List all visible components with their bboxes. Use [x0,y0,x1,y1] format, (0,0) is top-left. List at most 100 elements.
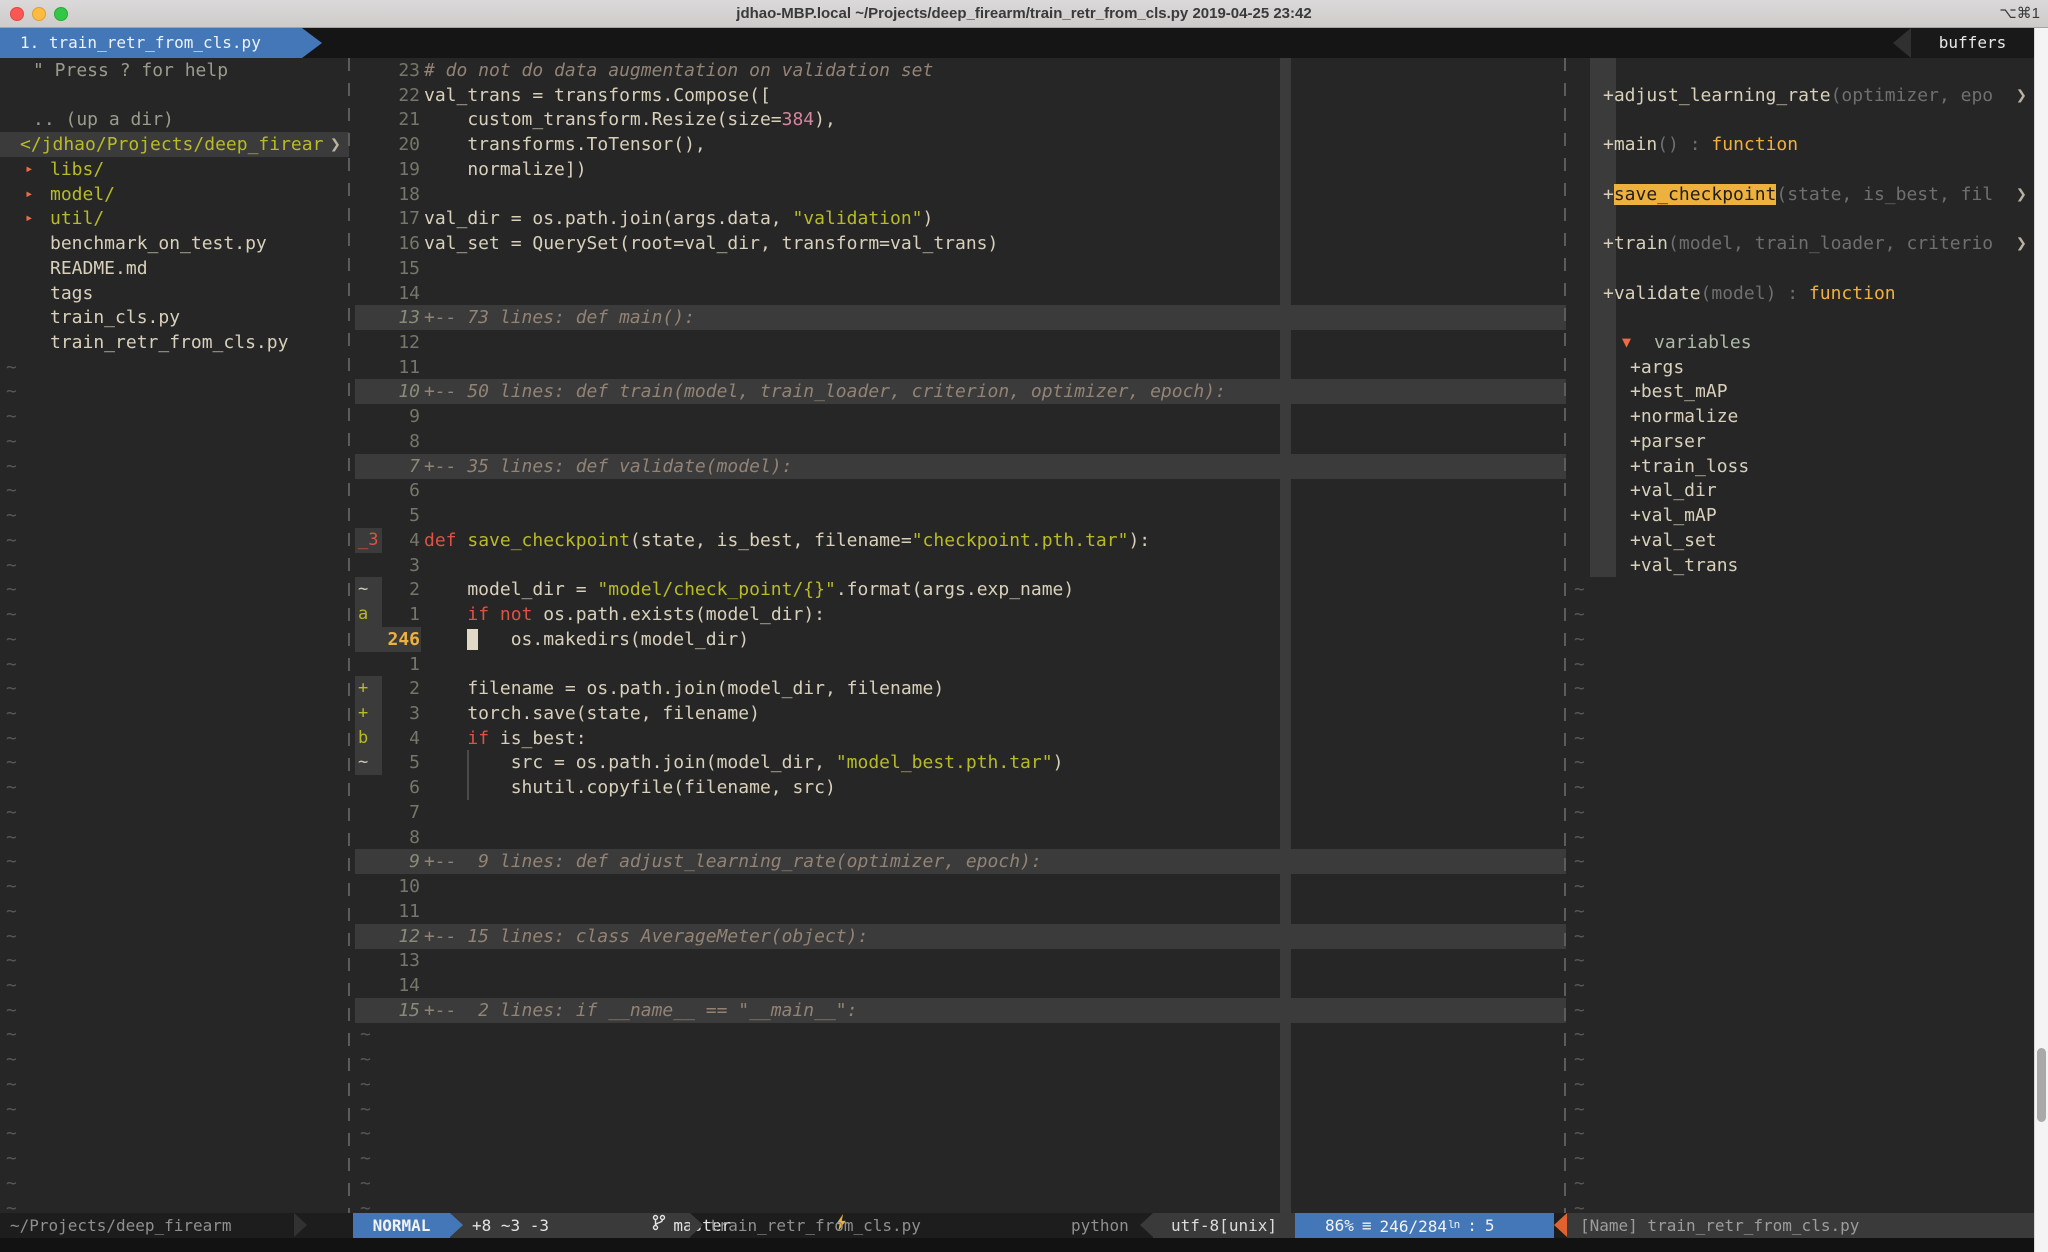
editor-line[interactable]: 14 [349,281,1566,306]
tree-item-help[interactable]: " Press ? for help [0,58,349,83]
tab-shortcut-hint: ⌥⌘1 [1999,0,2040,28]
buffers-label[interactable]: buffers [1911,28,2034,58]
tree-item-blank [0,83,349,108]
editor-line[interactable]: 6 [349,478,1566,503]
editor-line[interactable]: 21 custom_transform.Resize(size=384), [349,107,1566,132]
nerdtree-panel[interactable]: " Press ? for help .. (up a dir)</jdhao/P… [0,58,349,1213]
editor-panel[interactable]: 23# do not do data augmentation on valid… [349,58,1566,1213]
tagbar-item-var[interactable]: +args [1566,355,2034,380]
empty-line-tilde: ~ [0,454,349,479]
tagbar-item-var[interactable]: +best_mAP [1566,379,2034,404]
tag-entry[interactable]: +adjust_learning_rate(optimizer, epo [1603,83,1993,108]
scrollbar-thumb[interactable] [2037,1048,2046,1122]
folded-region[interactable]: 12+-- 15 lines: class AverageMeter(objec… [349,924,1566,949]
tagbar-item-tag[interactable]: +validate(model) : function [1566,281,2034,306]
editor-line[interactable]: 16val_set = QuerySet(root=val_dir, trans… [349,231,1566,256]
tagbar-item-tag[interactable]: +save_checkpoint(state, is_best, fil❯ [1566,182,2034,207]
editor-line[interactable]: 18 [349,182,1566,207]
tagbar-kind-header[interactable]: ▼variables [1566,330,2034,355]
editor-line[interactable]: 8 [349,825,1566,850]
editor-line[interactable]: 1 [349,652,1566,677]
folded-region[interactable]: 13+-- 73 lines: def main(): [349,305,1566,330]
editor-line[interactable]: 6 shutil.copyfile(filename, src) [349,775,1566,800]
editor-line[interactable]: _34def save_checkpoint(state, is_best, f… [349,528,1566,553]
editor-line[interactable]: 19 normalize]) [349,157,1566,182]
editor-line[interactable]: a1 if not os.path.exists(model_dir): [349,602,1566,627]
maxlinenr-icon: ln [1448,1218,1459,1231]
editor-line[interactable]: 3 [349,553,1566,578]
buffers-arrow-icon [1893,28,1911,58]
editor-line[interactable]: 8 [349,429,1566,454]
folded-region[interactable]: 10+-- 50 lines: def train(model, train_l… [349,379,1566,404]
editor-line[interactable]: 5 [349,503,1566,528]
editor-line[interactable]: 23# do not do data augmentation on valid… [349,58,1566,83]
editor-line[interactable]: 7 [349,800,1566,825]
folder-collapsed-icon[interactable]: ▸ [25,157,33,182]
empty-line-tilde: ~ [0,553,349,578]
tagbar-item-var[interactable]: +parser [1566,429,2034,454]
empty-line-tilde: ~ [0,503,349,528]
tagbar-item-var[interactable]: +val_dir [1566,478,2034,503]
tagbar-item-var[interactable]: +val_trans [1566,553,2034,578]
tag-entry[interactable]: +train(model, train_loader, criterio [1603,231,1993,256]
tree-item-root[interactable]: </jdhao/Projects/deep_firear❯ [0,132,349,157]
tagbar-item-var[interactable]: +train_loss [1566,454,2034,479]
tab-active[interactable]: 1. train_retr_from_cls.py [0,28,302,58]
editor-line[interactable]: 22val_trans = transforms.Compose([ [349,83,1566,108]
window-separator[interactable] [348,58,350,1213]
tree-item-file[interactable]: benchmark_on_test.py [0,231,349,256]
editor-line[interactable]: 15 [349,256,1566,281]
tag-entry[interactable]: +save_checkpoint(state, is_best, fil [1603,182,1993,207]
tagbar-item-blank [1566,58,2034,83]
tree-item-file[interactable]: train_retr_from_cls.py [0,330,349,355]
empty-line-tilde: ~ [349,1146,1566,1171]
folder-collapsed-icon[interactable]: ▸ [25,182,33,207]
empty-line-tilde: ~ [1566,627,2034,652]
empty-line-tilde: ~ [0,800,349,825]
window-separator[interactable] [1564,58,1566,1213]
editor-line[interactable]: 20 transforms.ToTensor(), [349,132,1566,157]
editor-line[interactable]: 11 [349,355,1566,380]
empty-line-tilde: ~ [349,1171,1566,1196]
editor-line[interactable]: 13 [349,948,1566,973]
editor-line[interactable]: ~5 src = os.path.join(model_dir, "model_… [349,750,1566,775]
powerline-separator-icon [1295,1213,1308,1237]
tag-entry[interactable]: +main() : function [1603,132,1798,157]
editor-line[interactable]: +3 torch.save(state, filename) [349,701,1566,726]
folded-region[interactable]: 15+-- 2 lines: if __name__ == "__main__"… [349,998,1566,1023]
tagbar-item-var[interactable]: +val_mAP [1566,503,2034,528]
editor-line[interactable]: 17val_dir = os.path.join(args.data, "val… [349,206,1566,231]
empty-line-tilde: ~ [0,627,349,652]
tree-item-file[interactable]: tags [0,281,349,306]
tagbar-item-tag[interactable]: +train(model, train_loader, criterio❯ [1566,231,2034,256]
tagbar-item-var[interactable]: +val_set [1566,528,2034,553]
tagbar-panel[interactable]: +adjust_learning_rate(optimizer, epo❯ +ma… [1566,58,2034,1213]
editor-line[interactable]: 246 os.makedirs(model_dir) [349,627,1566,652]
editor-line[interactable]: 11 [349,899,1566,924]
editor-line[interactable]: b4 if is_best: [349,726,1566,751]
git-changes: +8 ~3 -3 [472,1213,549,1238]
tree-item-file[interactable]: train_cls.py [0,305,349,330]
folded-region[interactable]: 7+-- 35 lines: def validate(model): [349,454,1566,479]
tagbar-item-var[interactable]: +normalize [1566,404,2034,429]
fold-open-icon[interactable]: ▼ [1622,330,1631,355]
scrollbar[interactable] [2034,28,2048,1252]
editor-line[interactable]: +2 filename = os.path.join(model_dir, fi… [349,676,1566,701]
tree-item-up[interactable]: .. (up a dir) [0,107,349,132]
tree-item-dir[interactable]: ▸util/ [0,206,349,231]
tree-item-dir[interactable]: ▸libs/ [0,157,349,182]
editor-line[interactable]: 12 [349,330,1566,355]
editor-line[interactable]: 14 [349,973,1566,998]
code-text: custom_transform.Resize(size=384), [424,107,836,132]
tag-entry[interactable]: +validate(model) : function [1603,281,1896,306]
tree-item-dir[interactable]: ▸model/ [0,182,349,207]
tree-item-file[interactable]: README.md [0,256,349,281]
editor-line[interactable]: ~2 model_dir = "model/check_point/{}".fo… [349,577,1566,602]
command-line[interactable] [0,1238,2048,1252]
tagbar-item-tag[interactable]: +adjust_learning_rate(optimizer, epo❯ [1566,83,2034,108]
editor-line[interactable]: 9 [349,404,1566,429]
folder-collapsed-icon[interactable]: ▸ [25,206,33,231]
editor-line[interactable]: 10 [349,874,1566,899]
folded-region[interactable]: 9+-- 9 lines: def adjust_learning_rate(o… [349,849,1566,874]
tagbar-item-tag[interactable]: +main() : function [1566,132,2034,157]
